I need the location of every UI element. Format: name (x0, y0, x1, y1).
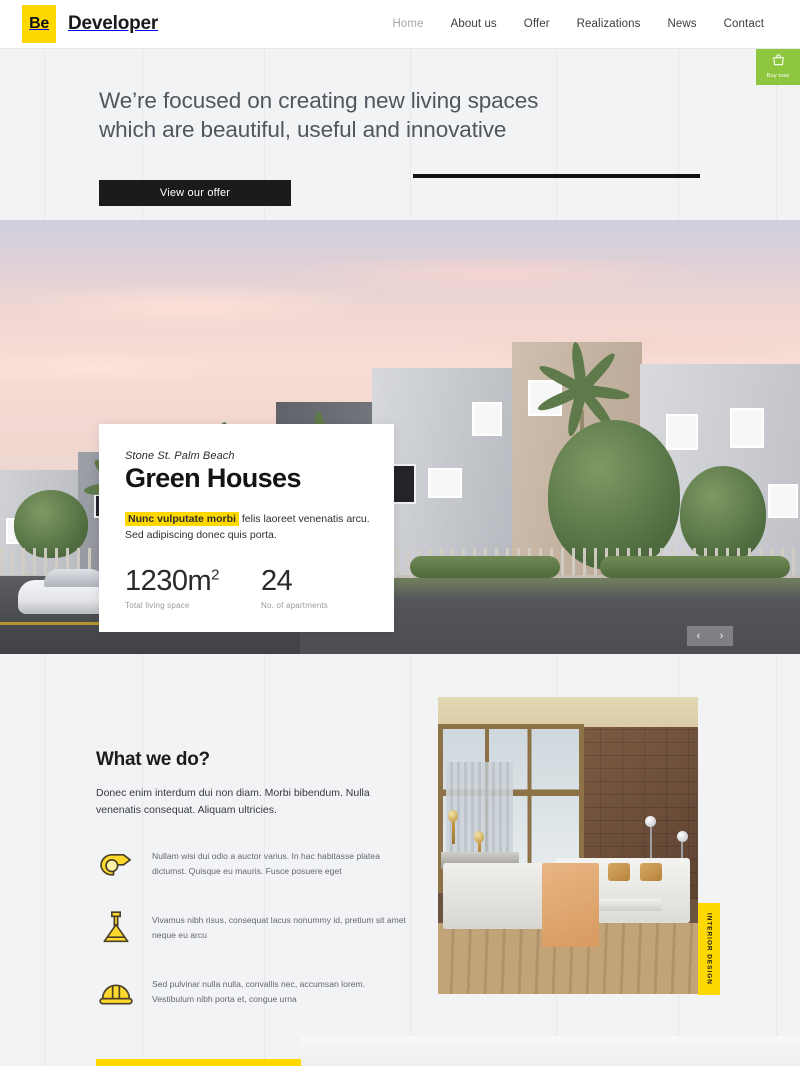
main-navigation: Home About us Offer Realizations News Co… (393, 18, 764, 30)
hard-hat-icon (99, 984, 133, 1005)
interior-design-tab-label: INTERIOR DESIGN (705, 913, 713, 986)
nav-item-realizations[interactable]: Realizations (577, 18, 641, 30)
surveyor-tripod-icon (103, 911, 129, 942)
hedge (410, 556, 560, 579)
slider-prev-button[interactable]: ‹ (687, 626, 710, 646)
stat-value: 24 (261, 564, 293, 597)
nav-item-news[interactable]: News (668, 18, 697, 30)
feature-text: Nullam wisi dui odio a auctor varius. In… (152, 850, 380, 876)
feature-text: Sed pulvinar nulla nulla, convallis nec,… (152, 978, 366, 1004)
brand-logo[interactable]: Be Developer (22, 5, 158, 43)
shopping-bag-icon (772, 53, 784, 65)
slider-navigation: ‹ › (687, 626, 733, 647)
view-our-offer-button[interactable]: View our offer (99, 180, 291, 207)
project-stats: 1230m2 Total living space 24 No. of apar… (125, 565, 370, 610)
stat-value: 1230m2 (125, 564, 220, 597)
stat-no-of-apartments: 24 No. of apartments (261, 565, 328, 610)
what-we-do-content: What we do? Donec enim interdum dui non … (96, 749, 408, 1037)
feature-list: Nullam wisi dui odio a auctor varius. In… (96, 845, 408, 1011)
nav-item-home[interactable]: Home (393, 18, 424, 30)
logo-mark: Be (22, 5, 56, 43)
what-we-do-subtitle: Donec enim interdum dui non diam. Morbi … (96, 787, 370, 816)
stat-superscript: 2 (211, 565, 220, 583)
accent-rule (413, 174, 700, 179)
project-description: Nunc vulputate morbi felis laoreet venen… (125, 511, 370, 544)
project-location: Stone St. Palm Beach (125, 450, 235, 462)
project-description-highlight: Nunc vulputate morbi (125, 512, 239, 526)
tape-measure-icon (100, 853, 132, 876)
nav-item-offer[interactable]: Offer (524, 18, 550, 30)
site-header: Be Developer Home About us Offer Realiza… (0, 0, 800, 49)
logo-wordmark: Developer (68, 13, 159, 34)
hero-heading: We’re focused on creating new living spa… (99, 88, 539, 142)
feature-item: Sed pulvinar nulla nulla, convallis nec,… (96, 973, 408, 1011)
interior-photo (438, 697, 698, 995)
stat-total-living-space: 1230m2 Total living space (125, 564, 220, 610)
interior-design-tab[interactable]: INTERIOR DESIGN (698, 903, 720, 996)
buy-now-button[interactable]: Buy now (756, 47, 800, 85)
feature-item: Nullam wisi dui odio a auctor varius. In… (96, 845, 408, 883)
project-title: Green Houses (125, 463, 301, 493)
nav-item-about-us[interactable]: About us (451, 18, 497, 30)
next-section-accent-bar (96, 1059, 301, 1066)
project-card[interactable]: Stone St. Palm Beach Green Houses Nunc v… (99, 424, 394, 632)
what-we-do-title: What we do? (96, 749, 210, 771)
next-section-panel (301, 1036, 800, 1066)
hedge (600, 556, 790, 579)
next-section-preview (0, 1030, 800, 1066)
hero-intro: We’re focused on creating new living spa… (0, 49, 800, 220)
feature-text: Vivamus nibh risus, consequat lacus nonu… (152, 914, 406, 940)
slider-next-button[interactable]: › (710, 626, 733, 646)
interior-design-figure: INTERIOR DESIGN (438, 697, 720, 996)
what-we-do-section: What we do? Donec enim interdum dui non … (0, 654, 800, 1037)
stat-caption: Total living space (125, 600, 190, 610)
stat-caption: No. of apartments (261, 600, 329, 610)
buy-now-label: Buy now (766, 72, 790, 79)
feature-item: Vivamus nibh risus, consequat lacus nonu… (96, 909, 408, 947)
nav-item-contact[interactable]: Contact (724, 18, 764, 30)
hero-cta-row: View our offer (99, 172, 800, 220)
